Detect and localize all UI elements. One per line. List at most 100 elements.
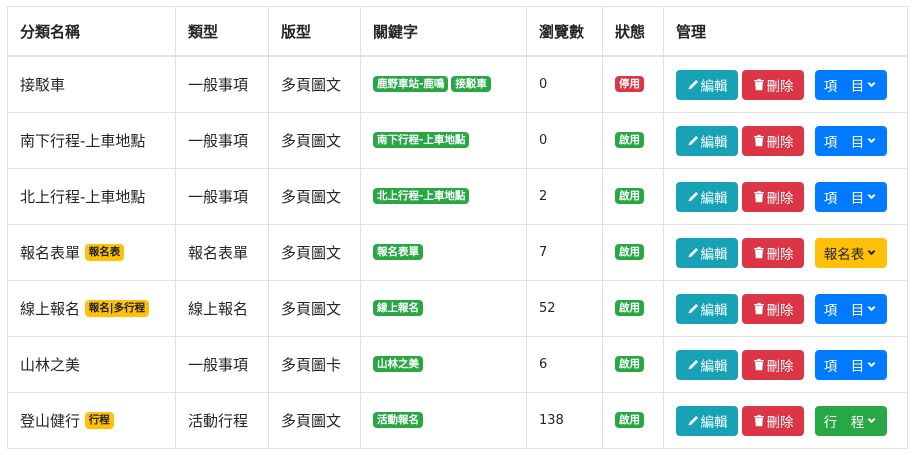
template-cell: 多頁圖文 [268, 55, 361, 113]
table-row: 南下行程-上車地點 一般事項 多頁圖文 南下行程-上車地點 0 啟用 編輯 刪除項 目 [7, 112, 908, 169]
manage-cell: 編輯 刪除 項 目 [663, 168, 908, 225]
chevron-down-icon [867, 248, 878, 257]
header-type: 類型 [175, 6, 269, 57]
manage-cell: 編輯 刪除 項 目 [663, 280, 908, 337]
manage-cell: 編輯 刪除 項 目 [663, 55, 908, 113]
status-badge: 啟用 [615, 243, 644, 261]
category-name-cell: 北上行程-上車地點 [7, 168, 176, 225]
header-views: 瀏覽數 [526, 6, 603, 57]
keyword-badge: 線上報名 [373, 299, 423, 317]
status-cell: 啟用 [602, 168, 664, 225]
type-cell: 一般事項 [175, 336, 269, 393]
manage-cell: 編輯 刪除 報名表 [663, 224, 908, 281]
category-name-cell: 登山健行 行程 [7, 392, 176, 449]
delete-button-label: 刪除 [766, 190, 794, 207]
edit-button-label: 編輯 [700, 302, 728, 319]
item-dropdown-label: 行 程 [823, 414, 865, 431]
views-cell: 52 [526, 280, 603, 337]
pencil-icon [687, 359, 701, 371]
edit-button[interactable]: 編輯 [676, 181, 738, 212]
edit-button[interactable]: 編輯 [676, 69, 738, 100]
views-cell: 7 [526, 224, 603, 281]
header-template: 版型 [268, 6, 361, 57]
delete-button-label: 刪除 [766, 414, 794, 431]
status-cell: 啟用 [602, 112, 664, 169]
keyword-badge: 接駁車 [451, 75, 491, 93]
delete-button[interactable]: 刪除 [742, 349, 804, 380]
trash-icon [753, 134, 767, 147]
keywords-cell: 鹿野車站-鹿鳴 接駁車 [360, 55, 527, 113]
category-name: 報名表單 [20, 244, 81, 262]
delete-button[interactable]: 刪除 [742, 237, 804, 268]
item-dropdown-button[interactable]: 行 程 [815, 405, 887, 436]
status-badge: 啟用 [615, 355, 644, 373]
item-dropdown-button[interactable]: 項 目 [815, 349, 887, 380]
chevron-down-icon [867, 360, 878, 369]
header-category-name: 分類名稱 [7, 6, 176, 57]
template-cell: 多頁圖文 [268, 112, 361, 169]
item-dropdown-button[interactable]: 項 目 [815, 181, 887, 212]
template-cell: 多頁圖文 [268, 392, 361, 449]
delete-button[interactable]: 刪除 [742, 125, 804, 156]
status-cell: 啟用 [602, 336, 664, 393]
category-name-badge: 報名表 [84, 244, 125, 261]
category-name: 北上行程-上車地點 [20, 188, 146, 206]
trash-icon [753, 78, 767, 91]
edit-button-label: 編輯 [700, 246, 728, 263]
item-dropdown-label: 項 目 [823, 358, 865, 375]
category-name-cell: 報名表單 報名表 [7, 224, 176, 281]
edit-button-label: 編輯 [700, 358, 728, 375]
table-row: 北上行程-上車地點 一般事項 多頁圖文 北上行程-上車地點 2 啟用 編輯 刪除項 目 [7, 168, 908, 225]
delete-button-label: 刪除 [766, 78, 794, 95]
status-badge: 啟用 [615, 299, 644, 317]
delete-button[interactable]: 刪除 [742, 293, 804, 324]
views-cell: 6 [526, 336, 603, 393]
keyword-badge: 鹿野車站-鹿鳴 [373, 75, 449, 93]
keywords-cell: 北上行程-上車地點 [360, 168, 527, 225]
views-cell: 0 [526, 112, 603, 169]
item-dropdown-label: 項 目 [823, 78, 865, 95]
table-row: 線上報名 報名|多行程 線上報名 多頁圖文 線上報名 52 啟用 編輯 刪除項 目 [7, 280, 908, 337]
views-cell: 0 [526, 55, 603, 113]
item-dropdown-button[interactable]: 報名表 [815, 237, 887, 268]
delete-button-label: 刪除 [766, 134, 794, 151]
delete-button[interactable]: 刪除 [742, 181, 804, 212]
manage-cell: 編輯 刪除 項 目 [663, 336, 908, 393]
table-row: 登山健行 行程 活動行程 多頁圖文 活動報名 138 啟用 編輯 刪除行 程 [7, 392, 908, 449]
edit-button[interactable]: 編輯 [676, 237, 738, 268]
item-dropdown-button[interactable]: 項 目 [815, 69, 887, 100]
template-cell: 多頁圖文 [268, 280, 361, 337]
category-name: 線上報名 [20, 300, 81, 318]
pencil-icon [687, 79, 701, 91]
views-cell: 2 [526, 168, 603, 225]
category-name-cell: 南下行程-上車地點 [7, 112, 176, 169]
keywords-cell: 報名表單 [360, 224, 527, 281]
keyword-badge: 山林之美 [373, 355, 423, 373]
pencil-icon [687, 303, 701, 315]
item-dropdown-label: 項 目 [823, 302, 865, 319]
template-cell: 多頁圖卡 [268, 336, 361, 393]
chevron-down-icon [867, 304, 878, 313]
trash-icon [753, 246, 767, 259]
delete-button[interactable]: 刪除 [742, 405, 804, 436]
pencil-icon [687, 247, 701, 259]
edit-button[interactable]: 編輯 [676, 293, 738, 324]
delete-button-label: 刪除 [766, 358, 794, 375]
edit-button[interactable]: 編輯 [676, 125, 738, 156]
trash-icon [753, 414, 767, 427]
delete-button[interactable]: 刪除 [742, 69, 804, 100]
edit-button[interactable]: 編輯 [676, 405, 738, 436]
manage-cell: 編輯 刪除 行 程 [663, 392, 908, 449]
keyword-badge: 南下行程-上車地點 [373, 131, 470, 149]
item-dropdown-button[interactable]: 項 目 [815, 293, 887, 324]
keywords-cell: 活動報名 [360, 392, 527, 449]
table-header-row: 分類名稱 類型 版型 關鍵字 瀏覽數 狀態 管理 [7, 6, 908, 57]
edit-button[interactable]: 編輯 [676, 349, 738, 380]
chevron-down-icon [867, 80, 878, 89]
type-cell: 線上報名 [175, 280, 269, 337]
trash-icon [753, 302, 767, 315]
table-row: 報名表單 報名表 報名表單 多頁圖文 報名表單 7 啟用 編輯 刪除 報名表 [7, 224, 908, 281]
pencil-icon [687, 415, 701, 427]
edit-button-label: 編輯 [700, 190, 728, 207]
item-dropdown-button[interactable]: 項 目 [815, 125, 887, 156]
